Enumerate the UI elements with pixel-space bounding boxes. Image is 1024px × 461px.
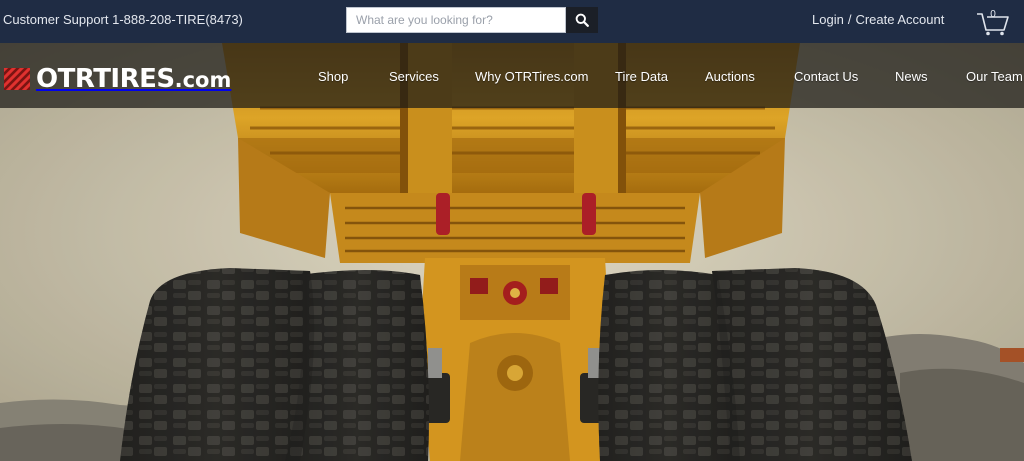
nav-tire-data[interactable]: Tire Data [615, 69, 668, 84]
search-button[interactable] [566, 7, 598, 33]
nav-news[interactable]: News [895, 69, 928, 84]
top-utility-bar: Customer Support 1-888-208-TIRE(8473) Lo… [0, 0, 1024, 43]
nav-why-otrtires[interactable]: Why OTRTires.com [475, 69, 588, 84]
nav-services[interactable]: Services [389, 69, 439, 84]
create-account-link[interactable]: Create Account [855, 12, 944, 27]
search-form [346, 7, 598, 33]
nav-our-team[interactable]: Our Team [966, 69, 1023, 84]
logo-stripes-icon [4, 68, 30, 90]
logo-suffix: .com [174, 67, 232, 92]
cart-count: 0 [990, 9, 996, 20]
login-link[interactable]: Login [812, 12, 844, 27]
search-input[interactable] [346, 7, 566, 33]
nav-shop[interactable]: Shop [318, 69, 348, 84]
logo-wordmark: OTRTIRES.com [36, 63, 232, 94]
main-navigation-bar: OTRTIRES.com Shop Services Why OTRTires.… [0, 43, 1024, 108]
site-logo[interactable]: OTRTIRES.com [4, 63, 232, 94]
search-icon [575, 13, 589, 27]
nav-contact-us[interactable]: Contact Us [794, 69, 858, 84]
logo-name: OTRTIRES [36, 63, 175, 94]
account-links: Login / Create Account [812, 12, 944, 27]
customer-support-phone[interactable]: Customer Support 1-888-208-TIRE(8473) [3, 12, 243, 27]
nav-auctions[interactable]: Auctions [705, 69, 755, 84]
cart-button[interactable]: 0 [975, 5, 1011, 37]
account-separator: / [847, 12, 852, 27]
